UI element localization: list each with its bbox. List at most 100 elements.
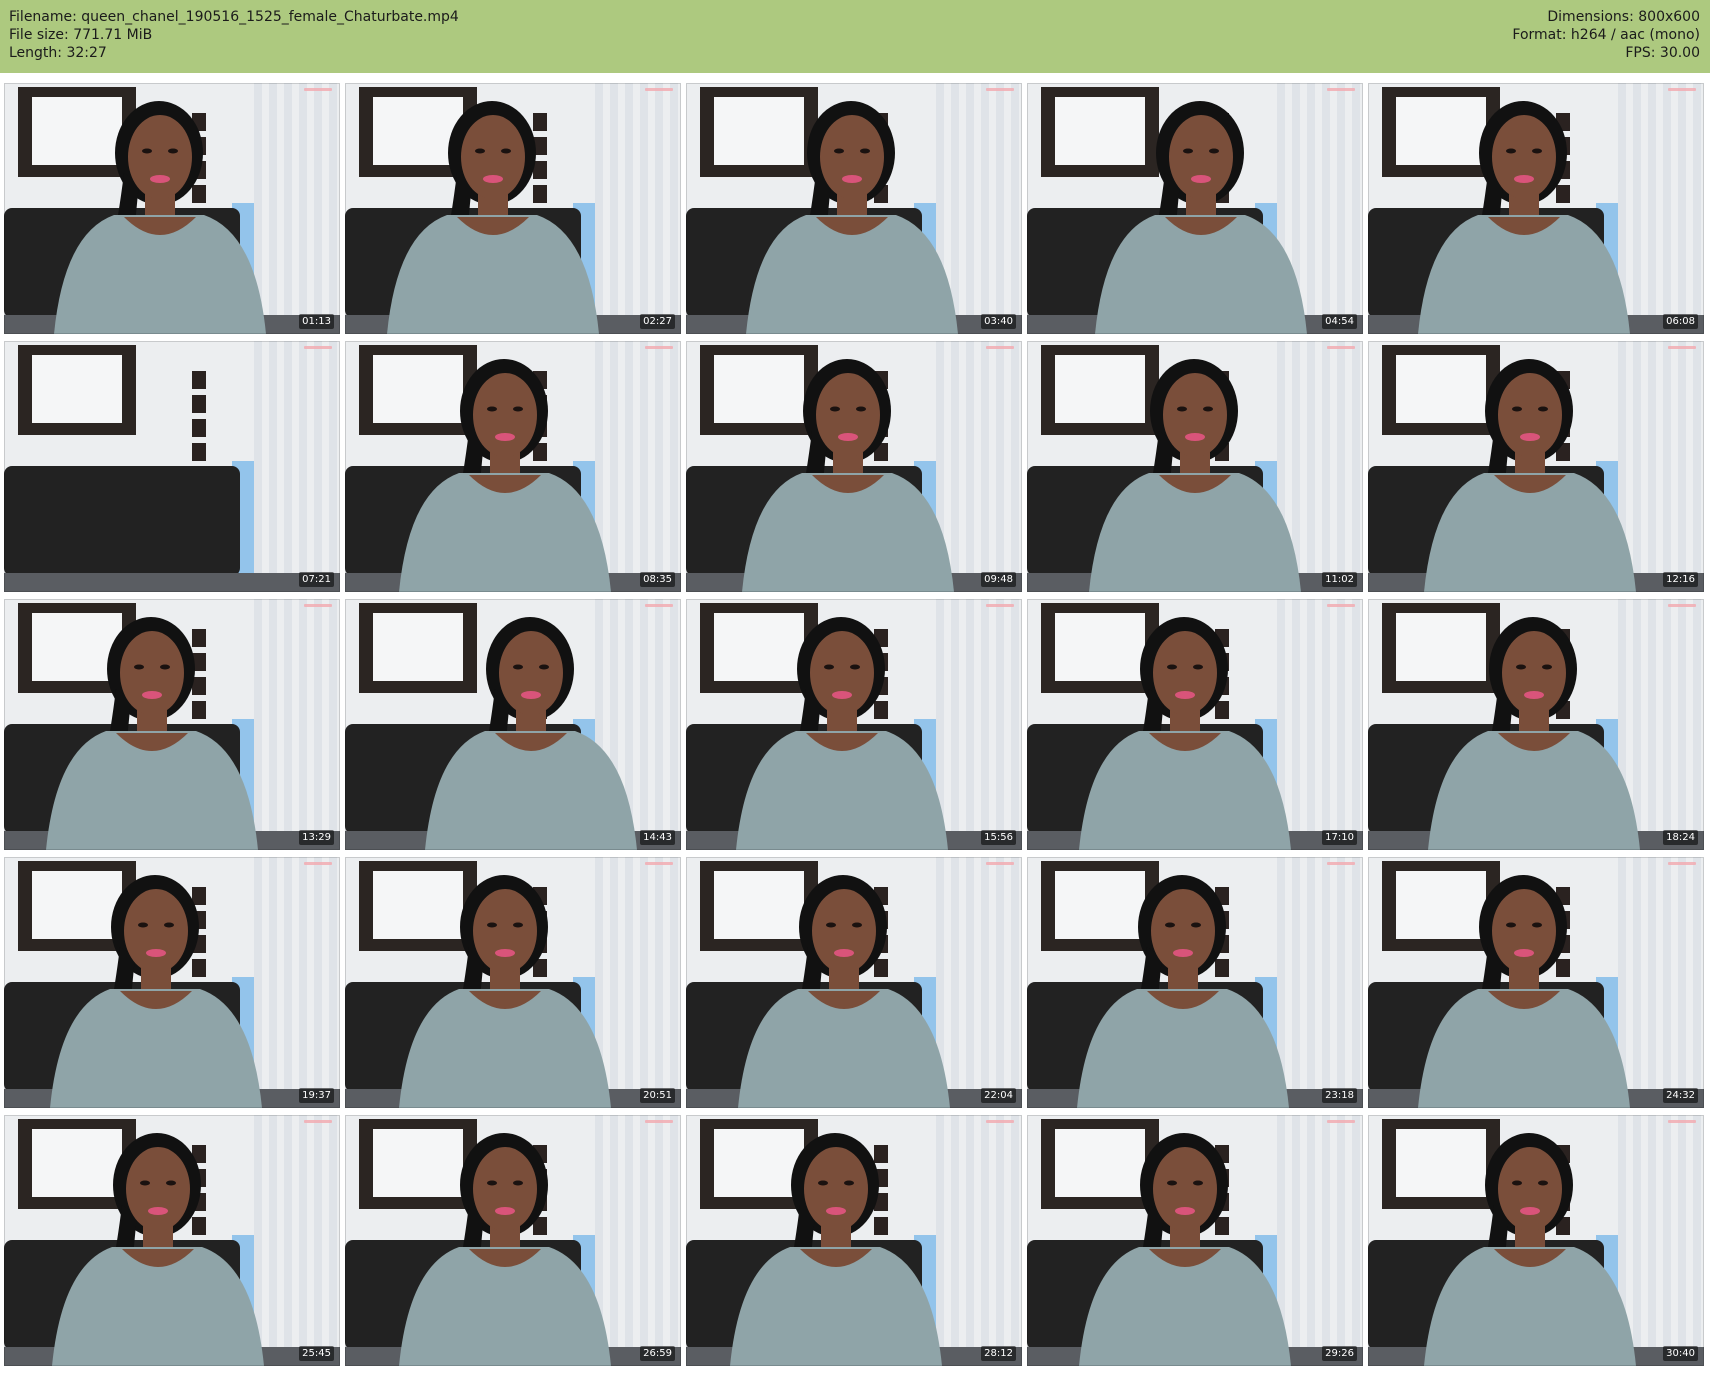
watermark xyxy=(1668,604,1696,607)
video-thumbnail: 06:08 xyxy=(1368,83,1704,334)
frame-image xyxy=(4,857,340,1108)
watermark xyxy=(645,604,673,607)
frame-image xyxy=(1368,341,1704,592)
watermark xyxy=(1327,346,1355,349)
video-thumbnail: 12:16 xyxy=(1368,341,1704,592)
timestamp-label: 29:26 xyxy=(1322,1346,1357,1361)
frame-image xyxy=(345,83,681,334)
frame-image xyxy=(686,1115,1022,1366)
info-header: Filename: queen_chanel_190516_1525_femal… xyxy=(0,0,1710,73)
frame-image xyxy=(345,341,681,592)
timestamp-label: 18:24 xyxy=(1663,830,1698,845)
timestamp-label: 12:16 xyxy=(1663,572,1698,587)
timestamp-label: 11:02 xyxy=(1322,572,1357,587)
video-thumbnail: 24:32 xyxy=(1368,857,1704,1108)
timestamp-label: 30:40 xyxy=(1663,1346,1698,1361)
frame-image xyxy=(1027,341,1363,592)
format-text: Format: h264 / aac (mono) xyxy=(1512,27,1700,43)
timestamp-label: 23:18 xyxy=(1322,1088,1357,1103)
watermark xyxy=(645,88,673,91)
frame-image xyxy=(686,83,1022,334)
watermark xyxy=(304,88,332,91)
video-thumbnail: 15:56 xyxy=(686,599,1022,850)
watermark xyxy=(304,604,332,607)
watermark xyxy=(304,346,332,349)
frame-image xyxy=(1368,83,1704,334)
frame-image xyxy=(1027,599,1363,850)
timestamp-label: 09:48 xyxy=(981,572,1016,587)
frame-image xyxy=(4,1115,340,1366)
video-thumbnail: 22:04 xyxy=(686,857,1022,1108)
frame-image xyxy=(345,1115,681,1366)
watermark xyxy=(304,1120,332,1123)
watermark xyxy=(1327,1120,1355,1123)
video-thumbnail: 29:26 xyxy=(1027,1115,1363,1366)
video-thumbnail: 14:43 xyxy=(345,599,681,850)
timestamp-label: 03:40 xyxy=(981,314,1016,329)
frame-image xyxy=(1368,857,1704,1108)
video-thumbnail: 28:12 xyxy=(686,1115,1022,1366)
watermark xyxy=(1668,88,1696,91)
video-thumbnail: 17:10 xyxy=(1027,599,1363,850)
video-thumbnail: 02:27 xyxy=(345,83,681,334)
watermark xyxy=(986,862,1014,865)
watermark xyxy=(645,1120,673,1123)
length-text: Length: 32:27 xyxy=(9,45,107,61)
video-thumbnail: 01:13 xyxy=(4,83,340,334)
watermark xyxy=(304,862,332,865)
timestamp-label: 15:56 xyxy=(981,830,1016,845)
watermark xyxy=(1668,346,1696,349)
timestamp-label: 17:10 xyxy=(1322,830,1357,845)
watermark xyxy=(986,604,1014,607)
watermark xyxy=(986,346,1014,349)
timestamp-label: 07:21 xyxy=(299,572,334,587)
filename-text: Filename: queen_chanel_190516_1525_femal… xyxy=(9,9,459,25)
frame-image xyxy=(1027,1115,1363,1366)
filesize-text: File size: 771.71 MiB xyxy=(9,27,153,43)
video-thumbnail: 20:51 xyxy=(345,857,681,1108)
timestamp-label: 20:51 xyxy=(640,1088,675,1103)
timestamp-label: 02:27 xyxy=(640,314,675,329)
video-thumbnail: 30:40 xyxy=(1368,1115,1704,1366)
video-thumbnail: 04:54 xyxy=(1027,83,1363,334)
frame-image xyxy=(1368,1115,1704,1366)
timestamp-label: 01:13 xyxy=(299,314,334,329)
frame-image xyxy=(4,599,340,850)
watermark xyxy=(1668,1120,1696,1123)
timestamp-label: 13:29 xyxy=(299,830,334,845)
watermark xyxy=(986,88,1014,91)
watermark xyxy=(1327,604,1355,607)
timestamp-label: 08:35 xyxy=(640,572,675,587)
timestamp-label: 24:32 xyxy=(1663,1088,1698,1103)
frame-image xyxy=(1027,857,1363,1108)
frame-image xyxy=(345,599,681,850)
timestamp-label: 28:12 xyxy=(981,1346,1016,1361)
media-info: Dimensions: 800x600 Format: h264 / aac (… xyxy=(1512,8,1700,62)
fps-text: FPS: 30.00 xyxy=(1625,45,1700,61)
video-thumbnail: 26:59 xyxy=(345,1115,681,1366)
frame-image xyxy=(1027,83,1363,334)
frame-image xyxy=(345,857,681,1108)
timestamp-label: 06:08 xyxy=(1663,314,1698,329)
video-thumbnail: 11:02 xyxy=(1027,341,1363,592)
frame-image xyxy=(4,83,340,334)
timestamp-label: 04:54 xyxy=(1322,314,1357,329)
frame-image xyxy=(686,857,1022,1108)
watermark xyxy=(1668,862,1696,865)
video-thumbnail: 03:40 xyxy=(686,83,1022,334)
video-thumbnail: 18:24 xyxy=(1368,599,1704,850)
timestamp-label: 19:37 xyxy=(299,1088,334,1103)
frame-image xyxy=(4,341,340,592)
video-thumbnail: 13:29 xyxy=(4,599,340,850)
watermark xyxy=(986,1120,1014,1123)
video-thumbnail: 09:48 xyxy=(686,341,1022,592)
timestamp-label: 26:59 xyxy=(640,1346,675,1361)
frame-image xyxy=(686,341,1022,592)
timestamp-label: 25:45 xyxy=(299,1346,334,1361)
timestamp-label: 22:04 xyxy=(981,1088,1016,1103)
timestamp-label: 14:43 xyxy=(640,830,675,845)
watermark xyxy=(645,346,673,349)
watermark xyxy=(645,862,673,865)
frame-image xyxy=(1368,599,1704,850)
video-thumbnail: 25:45 xyxy=(4,1115,340,1366)
